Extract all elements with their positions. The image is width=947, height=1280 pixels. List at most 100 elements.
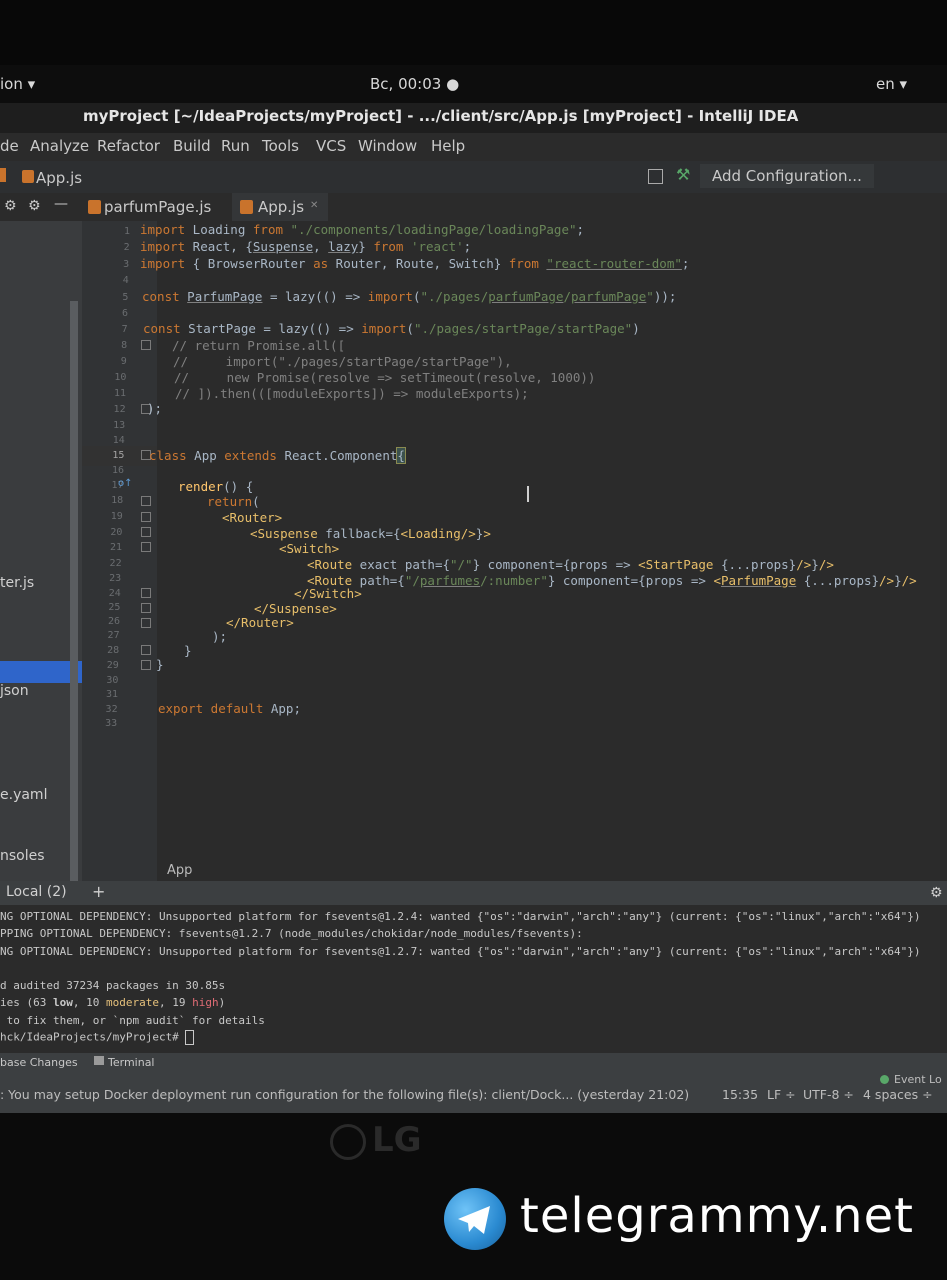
terminal-tab-bar: Local (2) + ⚙ <box>0 881 947 905</box>
menu-help[interactable]: Help <box>431 137 465 155</box>
fold-marker-icon[interactable] <box>141 618 151 628</box>
line-number: 20 <box>110 527 123 538</box>
gear-icon[interactable]: ⚙ <box>28 198 41 214</box>
fold-marker-icon[interactable] <box>141 340 151 350</box>
line-number: 27 <box>107 630 120 641</box>
project-item[interactable]: json <box>0 683 29 699</box>
code-line: <Suspense fallback={<Loading/>}> <box>250 526 491 541</box>
code-line: const StartPage = lazy(() => import("./p… <box>143 321 640 336</box>
tool-tab-terminal[interactable]: Terminal <box>108 1056 155 1069</box>
tool-window-tabs: base Changes Terminal <box>0 1053 947 1073</box>
code-line: // import("./pages/startPage/startPage")… <box>173 354 512 369</box>
code-line: ); <box>147 401 163 416</box>
project-item[interactable]: ter.js <box>0 575 34 591</box>
tab-app[interactable]: App.js ✕ <box>232 193 328 223</box>
settings-gear-icon[interactable]: ⚙ <box>4 198 17 214</box>
code-line: ); <box>212 629 228 644</box>
tool-tab-database-changes[interactable]: base Changes <box>0 1056 78 1069</box>
language-indicator[interactable]: en ▾ <box>876 75 907 93</box>
vuln-sep: , 10 <box>72 996 106 1009</box>
add-terminal-button[interactable]: + <box>92 882 105 901</box>
menu-analyze[interactable]: Analyze <box>30 137 89 155</box>
event-log-button[interactable]: Event Lo <box>894 1073 942 1086</box>
app-menu[interactable]: ion ▾ <box>0 75 35 93</box>
line-separator[interactable]: LF ÷ <box>767 1087 796 1102</box>
js-file-icon <box>22 170 34 183</box>
js-file-icon <box>0 168 6 182</box>
menu-window[interactable]: Window <box>358 137 417 155</box>
project-item[interactable]: e.yaml <box>0 787 47 803</box>
gear-icon[interactable]: ⚙ <box>930 885 943 901</box>
code-line: import { BrowserRouter as Router, Route,… <box>140 256 690 271</box>
menu-vcs[interactable]: VCS <box>316 137 346 155</box>
terminal-session-tab[interactable]: Local (2) <box>6 884 67 900</box>
vuln-suffix: ) <box>218 996 226 1009</box>
terminal-line: ies (63 low, 10 moderate, 19 high) <box>0 996 225 1009</box>
line-number: 9 <box>120 356 127 367</box>
line-number: 29 <box>106 660 119 671</box>
terminal-prompt-line[interactable]: hck/IdeaProjects/myProject# <box>0 1030 195 1045</box>
terminal-icon <box>94 1056 104 1065</box>
vuln-prefix: ies (63 <box>0 996 53 1009</box>
menu-build[interactable]: Build <box>173 137 211 155</box>
line-number: 7 <box>121 324 128 335</box>
line-number: 33 <box>105 718 118 729</box>
line-number: 5 <box>122 292 129 303</box>
menu-refactor[interactable]: Refactor <box>97 137 160 155</box>
file-encoding[interactable]: UTF-8 ÷ <box>803 1087 854 1102</box>
code-line: export default App; <box>158 701 301 716</box>
status-message[interactable]: : You may setup Docker deployment run co… <box>0 1087 689 1102</box>
override-method-icon[interactable]: o↑ <box>118 478 133 489</box>
menu-run[interactable]: Run <box>221 137 250 155</box>
watermark-text: telegrammy.net <box>520 1188 914 1244</box>
project-tool-window: ter.js json e.yaml nsoles <box>0 221 82 881</box>
fold-marker-icon[interactable] <box>141 542 151 552</box>
line-number: 32 <box>105 704 118 715</box>
monitor-logo: LG <box>330 1120 422 1160</box>
fold-marker-icon[interactable] <box>141 527 151 537</box>
line-number: 31 <box>105 689 118 700</box>
line-number: 23 <box>109 573 122 584</box>
navigation-bar: App.js ⚒ Add Configuration... <box>0 161 947 193</box>
fold-marker-icon[interactable] <box>141 603 151 613</box>
code-line: </Suspense> <box>254 601 337 616</box>
line-number: 6 <box>121 308 128 319</box>
indent-setting[interactable]: 4 spaces ÷ <box>863 1087 933 1102</box>
fold-marker-icon[interactable] <box>141 660 151 670</box>
vuln-sep: , 19 <box>158 996 193 1009</box>
terminal-prompt: hck/IdeaProjects/myProject# <box>0 1030 186 1044</box>
code-line: // ]).then(([moduleExports]) => moduleEx… <box>175 386 529 401</box>
caret-position[interactable]: 15:35 <box>722 1087 758 1102</box>
add-configuration-button[interactable]: Add Configuration... <box>700 164 874 188</box>
code-editor[interactable] <box>157 221 947 861</box>
menu-code[interactable]: de <box>0 137 19 155</box>
window-layout-icon[interactable] <box>648 169 663 184</box>
clock[interactable]: Вс, 00:03 ● <box>370 75 459 93</box>
line-number: 25 <box>108 602 121 613</box>
terminal-line: d audited 37234 packages in 30.85s <box>0 979 226 992</box>
editor-tab-bar: ⚙ ⚙ — parfumPage.js App.js ✕ <box>0 193 947 223</box>
line-number: 18 <box>111 495 124 506</box>
fold-marker-icon[interactable] <box>141 588 151 598</box>
monitor-brand: LG <box>372 1120 422 1160</box>
menu-tools[interactable]: Tools <box>262 137 299 155</box>
collapse-icon[interactable]: — <box>54 196 68 212</box>
code-line: import React, {Suspense, lazy} from 'rea… <box>140 239 472 254</box>
code-line: return( <box>207 494 260 509</box>
line-number: 26 <box>107 616 120 627</box>
terminal-line: NG OPTIONAL DEPENDENCY: Unsupported plat… <box>0 945 921 958</box>
terminal-cursor <box>185 1030 195 1045</box>
project-item[interactable]: nsoles <box>0 848 45 864</box>
line-number: 19 <box>110 511 123 522</box>
fold-marker-icon[interactable] <box>141 645 151 655</box>
tab-parfumpage[interactable]: parfumPage.js <box>82 193 222 221</box>
project-scrollbar[interactable] <box>70 301 78 881</box>
terminal-output[interactable]: NG OPTIONAL DEPENDENCY: Unsupported plat… <box>0 905 947 1053</box>
fold-marker-icon[interactable] <box>141 496 151 506</box>
navbar-file[interactable]: App.js <box>36 169 82 187</box>
hammer-build-icon[interactable]: ⚒ <box>676 165 690 184</box>
breadcrumb-item[interactable]: App <box>167 863 192 878</box>
close-icon[interactable]: ✕ <box>310 200 318 211</box>
code-line: <Switch> <box>279 541 340 556</box>
fold-marker-icon[interactable] <box>141 512 151 522</box>
